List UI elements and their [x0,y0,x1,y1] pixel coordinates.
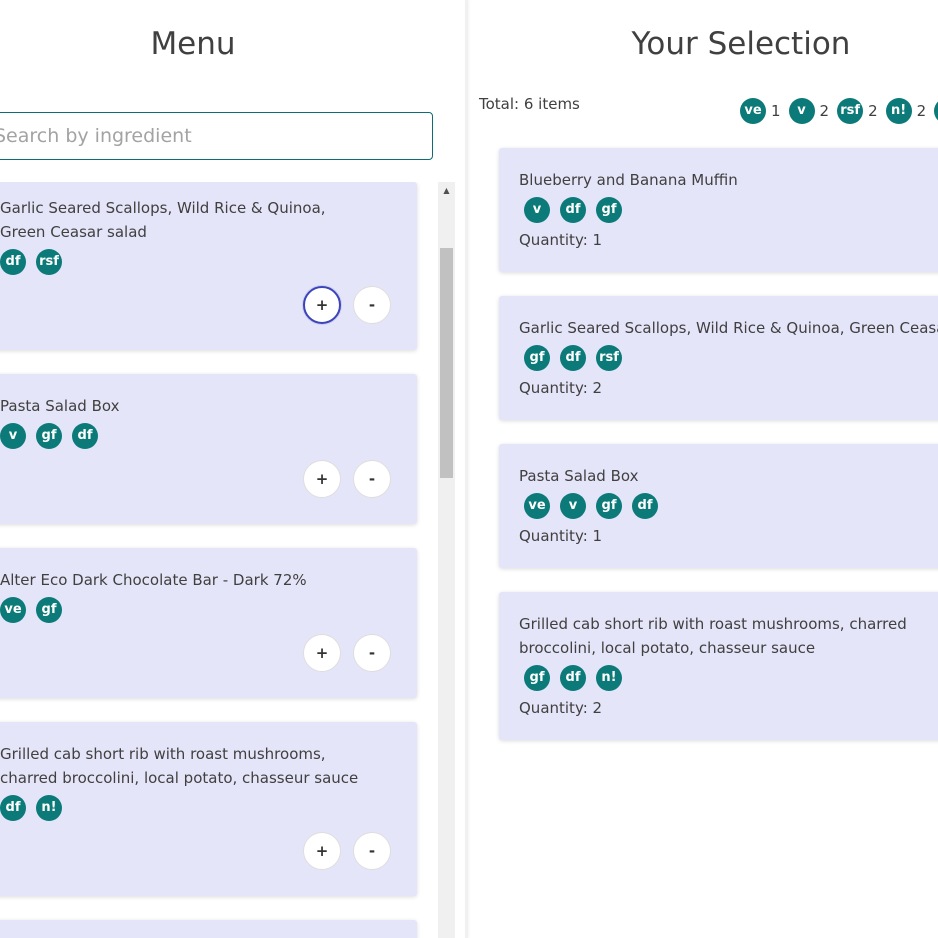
menu-item-badges: v ve gf [0,597,62,623]
diet-badge: rsf [837,98,864,124]
menu-item-name: Alter Eco Dark Chocolate Bar - Dark 72% [0,571,307,589]
selected-item-quantity: Quantity: 1 [519,527,603,545]
menu-list: Garlic Seared Scallops, Wild Rice & Quin… [0,182,455,938]
diet-badge: gf [36,423,62,449]
menu-item-card: Alter Eco Dark Chocolate Bar - Dark 72% … [0,548,417,698]
menu-item-card [0,920,417,938]
diet-count: 2 [819,102,830,120]
diet-badge: n! [596,665,622,691]
selected-item-quantity: Quantity: 2 [519,379,603,397]
scrollbar-thumb[interactable] [440,248,453,478]
diet-badge: df [560,197,586,223]
diet-badge: gf [36,597,62,623]
selected-item-card: Garlic Seared Scallops, Wild Rice & Quin… [499,296,938,420]
diet-badge: df [560,345,586,371]
menu-scrollbar[interactable]: ▲ [438,182,455,938]
remove-quantity-button[interactable]: - [353,832,391,870]
diet-badge: ve [524,493,550,519]
diet-badge: n! [36,795,62,821]
diet-badge: ve [740,98,766,124]
add-quantity-button[interactable]: + [303,634,341,672]
menu-item-card: Grilled cab short rib with roast mushroo… [0,722,417,896]
menu-item-badges: ve v gf df [0,423,98,449]
menu-item-name: Garlic Seared Scallops, Wild Rice & Quin… [0,199,326,241]
app-page: Menu Garlic Seared Scallops, Wild Rice &… [0,0,938,938]
menu-item-badges: gf df n! [0,795,62,821]
diet-badge: df [0,249,26,275]
selected-item-badges: gf df rsf [524,345,622,371]
diet-badge: gf [524,665,550,691]
diet-badge: v [0,423,26,449]
diet-count: 2 [916,102,927,120]
diet-badge: gf [596,197,622,223]
selected-item-quantity: Quantity: 1 [519,231,603,249]
menu-panel: Menu Garlic Seared Scallops, Wild Rice &… [0,0,465,938]
diet-badge: rsf [596,345,622,371]
diet-badge: v [524,197,550,223]
selected-item-badges: v df gf [524,197,622,223]
diet-badge: v [788,98,815,124]
diet-badge: df [0,795,26,821]
selected-item-name: Blueberry and Banana Muffin [519,171,738,189]
selected-item-name: Grilled cab short rib with roast mushroo… [519,615,907,657]
diet-badge: rsf [36,249,62,275]
diet-badge: df [560,665,586,691]
remove-quantity-button[interactable]: - [353,460,391,498]
add-quantity-button[interactable]: + [303,460,341,498]
menu-title: Menu [150,26,236,62]
diet-badge: ve [0,597,26,623]
selected-item-name: Pasta Salad Box [519,467,639,485]
selected-item-quantity: Quantity: 2 [519,699,603,717]
diet-summary: ve 1 v 2 rsf 2 n! 2 df [740,98,938,124]
selection-panel: Your Selection Total: 6 items ve 1 v 2 r… [468,0,938,938]
total-items-text: Total: 6 items [479,95,580,113]
diet-badge: gf [524,345,550,371]
remove-quantity-button[interactable]: - [353,634,391,672]
menu-item-card: Garlic Seared Scallops, Wild Rice & Quin… [0,182,417,350]
scroll-up-arrow-icon[interactable]: ▲ [438,182,455,199]
menu-item-card: Pasta Salad Box ve v gf df + - [0,374,417,524]
menu-item-name: Pasta Salad Box [0,397,120,415]
diet-badge: gf [596,493,622,519]
diet-badge: df [934,98,938,124]
diet-badge: v [560,493,586,519]
diet-count: 2 [868,102,878,120]
diet-badge: df [72,423,98,449]
selected-item-badges: gf df n! [524,665,622,691]
selection-title: Your Selection [631,26,851,62]
selected-item-card: Grilled cab short rib with roast mushroo… [499,592,938,740]
selected-item-name: Garlic Seared Scallops, Wild Rice & Quin… [519,319,938,337]
diet-badge: n! [885,98,912,124]
ingredient-search-input[interactable] [0,112,433,160]
selected-item-card: Pasta Salad Box ve v gf df Quantity: 1 [499,444,938,568]
add-quantity-button[interactable]: + [303,286,341,324]
diet-count: 1 [771,102,781,120]
selected-item-card: Blueberry and Banana Muffin v df gf Quan… [499,148,938,272]
menu-item-badges: gf df rsf [0,249,62,275]
diet-badge: df [632,493,658,519]
menu-item-name: Grilled cab short rib with roast mushroo… [0,745,359,787]
remove-quantity-button[interactable]: - [353,286,391,324]
selected-item-badges: ve v gf df [524,493,658,519]
add-quantity-button[interactable]: + [303,832,341,870]
